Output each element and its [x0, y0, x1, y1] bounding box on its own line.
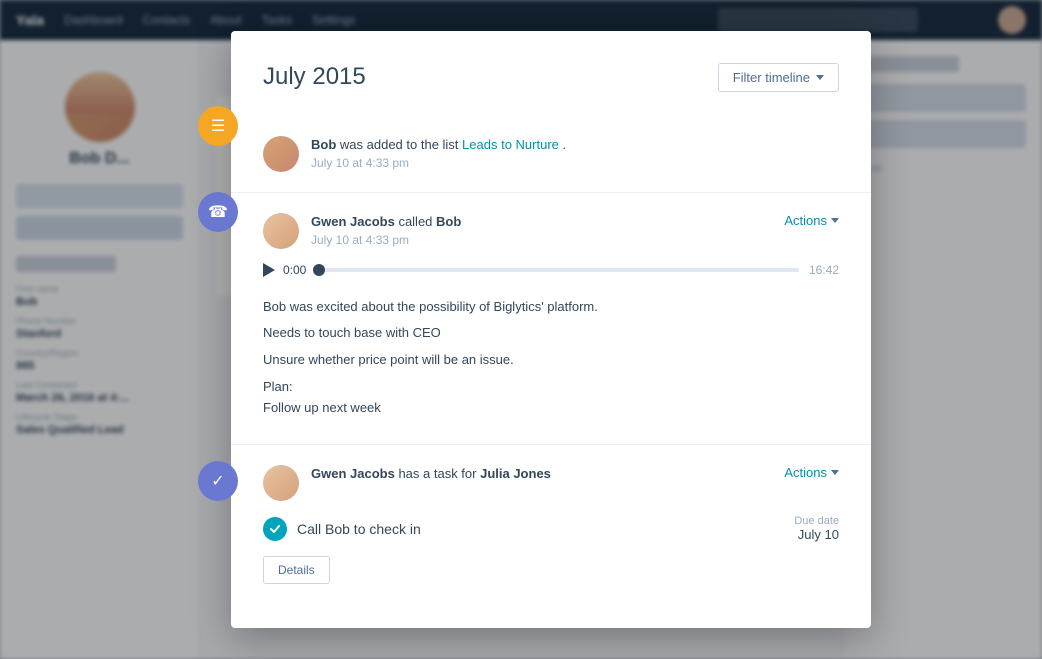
- note-line-2: Needs to touch base with CEO: [263, 323, 839, 344]
- list-item-text: Bob was added to the list Leads to Nurtu…: [311, 136, 566, 170]
- gwen-avatar-image-2: [263, 465, 299, 501]
- task-details-button[interactable]: Details: [263, 556, 330, 584]
- task-title-row: Call Bob to check in: [263, 517, 421, 541]
- gwen-avatar-image: [263, 213, 299, 249]
- note-line-4: Plan:Follow up next week: [263, 377, 839, 419]
- timeline-items: Bob was added to the list Leads to Nurtu…: [231, 116, 871, 605]
- task-actor: Gwen Jacobs: [311, 466, 395, 481]
- filter-timeline-label: Filter timeline: [733, 70, 810, 85]
- list-item: Bob was added to the list Leads to Nurtu…: [231, 116, 871, 192]
- call-timestamp: July 10 at 4:33 pm: [311, 233, 461, 247]
- timeline-icon-call: ☎: [198, 192, 238, 232]
- list-actor: Bob: [311, 137, 336, 152]
- call-target: Bob: [436, 214, 461, 229]
- task-actions-button[interactable]: Actions: [784, 465, 839, 480]
- call-notes: Bob was excited about the possibility of…: [263, 297, 839, 419]
- call-actor: Gwen Jacobs: [311, 214, 395, 229]
- list-period: .: [563, 137, 567, 152]
- list-link[interactable]: Leads to Nurture: [462, 137, 559, 152]
- list-item-avatar: [263, 136, 299, 172]
- audio-total-time: 16:42: [807, 263, 839, 277]
- task-name: Call Bob to check in: [297, 521, 421, 537]
- call-item: Gwen Jacobs called Bob July 10 at 4:33 p…: [231, 192, 871, 445]
- timeline-modal: July 2015 Filter timeline Bob: [231, 31, 871, 629]
- task-complete-icon: [263, 517, 287, 541]
- task-details-label: Details: [278, 563, 315, 577]
- task-target: Julia Jones: [480, 466, 551, 481]
- bob-avatar-image: [263, 136, 299, 172]
- task-actions-label: Actions: [784, 465, 827, 480]
- call-actions-label: Actions: [784, 213, 827, 228]
- call-actions-button[interactable]: Actions: [784, 213, 839, 228]
- task-action: has a task for: [398, 466, 480, 481]
- task-due-label: Due date: [794, 515, 839, 527]
- audio-scrubber-handle[interactable]: [313, 264, 325, 276]
- filter-timeline-button[interactable]: Filter timeline: [718, 63, 839, 92]
- list-action: was added to the list: [340, 137, 462, 152]
- timeline-title: July 2015: [263, 63, 366, 91]
- task-row: Call Bob to check in Due date July 10: [263, 515, 839, 542]
- list-item-description: Bob was added to the list Leads to Nurtu…: [311, 136, 566, 154]
- task-item-avatar: [263, 465, 299, 501]
- note-line-3: Unsure whether price point will be an is…: [263, 350, 839, 371]
- play-button[interactable]: [263, 263, 275, 277]
- list-timestamp: July 10 at 4:33 pm: [311, 156, 566, 170]
- task-item-left: Gwen Jacobs has a task for Julia Jones: [263, 465, 551, 501]
- timeline-header: July 2015 Filter timeline: [231, 63, 871, 116]
- call-item-left: Gwen Jacobs called Bob July 10 at 4:33 p…: [263, 213, 461, 249]
- task-item-description: Gwen Jacobs has a task for Julia Jones: [311, 465, 551, 483]
- call-item-text: Gwen Jacobs called Bob July 10 at 4:33 p…: [311, 213, 461, 247]
- task-due-date: July 10: [794, 527, 839, 542]
- modal-overlay: July 2015 Filter timeline Bob: [0, 0, 1042, 659]
- call-item-header: Gwen Jacobs called Bob July 10 at 4:33 p…: [263, 213, 839, 249]
- note-line-1: Bob was excited about the possibility of…: [263, 297, 839, 318]
- timeline-icon-list: ☰: [198, 106, 238, 146]
- call-actions-caret-icon: [831, 218, 839, 223]
- task-item-header: Gwen Jacobs has a task for Julia Jones A…: [263, 465, 839, 501]
- call-item-description: Gwen Jacobs called Bob: [311, 213, 461, 231]
- audio-progress-bar-container[interactable]: [319, 268, 799, 272]
- task-item-text: Gwen Jacobs has a task for Julia Jones: [311, 465, 551, 483]
- audio-player: 0:00 16:42: [263, 263, 839, 281]
- call-item-avatar: [263, 213, 299, 249]
- timeline-icon-task: ✓: [198, 461, 238, 501]
- call-action: called: [398, 214, 436, 229]
- filter-caret-icon: [816, 75, 824, 80]
- list-item-header: Bob was added to the list Leads to Nurtu…: [263, 136, 839, 172]
- list-item-left: Bob was added to the list Leads to Nurtu…: [263, 136, 566, 172]
- audio-current-time: 0:00: [283, 263, 311, 277]
- task-due-area: Due date July 10: [794, 515, 839, 542]
- task-actions-caret-icon: [831, 470, 839, 475]
- task-item: Gwen Jacobs has a task for Julia Jones A…: [231, 444, 871, 604]
